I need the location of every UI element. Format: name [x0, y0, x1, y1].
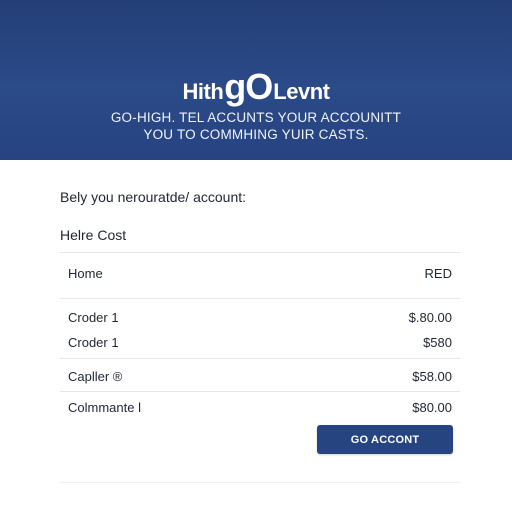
brand-logo: Hith gO Levnt — [0, 66, 512, 107]
table-row: Capller ® $58.00 — [60, 365, 460, 387]
brand-logo-prefix: Hith — [182, 79, 224, 104]
table-row-value: $58.00 — [412, 368, 452, 384]
brand-logo-mark: gO — [224, 66, 273, 107]
table-row-label: Croder 1 — [68, 334, 119, 350]
table-row-label: Croder 1 — [68, 309, 119, 325]
page: Hith gO Levnt GO-HIGH. TEL ACCUNTS YOUR … — [0, 0, 512, 512]
table-row-value: $.80.00 — [408, 309, 452, 325]
table-row-value: $580 — [423, 334, 452, 350]
intro-text: Bely you nerouratde/ account: — [60, 189, 247, 205]
go-account-button[interactable]: GO ACCONT — [317, 425, 453, 454]
table-header-row: Home RED — [60, 262, 460, 284]
table-divider — [60, 252, 460, 253]
table-divider — [60, 298, 460, 299]
header-tagline-line-1: GO-HIGH. TEL ACCUNTS YOUR ACCOUNITT — [110, 110, 402, 125]
table-row-label: Colmmante l — [68, 399, 141, 415]
table-divider — [60, 358, 460, 359]
table-row: Colmmante l $80.00 — [60, 396, 460, 418]
header-banner: Hith gO Levnt GO-HIGH. TEL ACCUNTS YOUR … — [0, 0, 512, 160]
header-tagline-line-2: YOU TO COMMHING YUIR CASTS. — [143, 127, 369, 142]
section-title: Helre Cost — [60, 227, 127, 243]
table-header-right: RED — [424, 265, 452, 281]
brand-logo-suffix: Levnt — [273, 79, 330, 104]
footer-divider — [60, 482, 460, 483]
table-header-left: Home — [68, 265, 103, 281]
table-row: Croder 1 $.80.00 — [60, 306, 460, 328]
table-row-label: Capller ® — [68, 368, 123, 384]
table-divider — [60, 391, 460, 392]
table-row: Croder 1 $580 — [60, 331, 460, 353]
table-row-value: $80.00 — [412, 399, 452, 415]
